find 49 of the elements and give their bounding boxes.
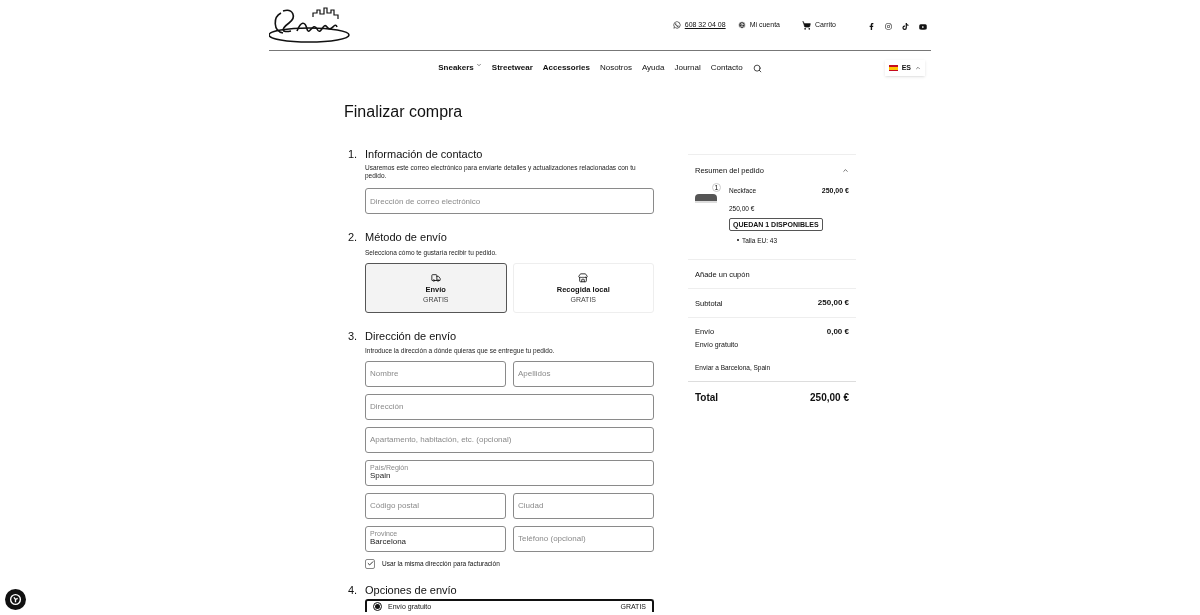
tiktok-icon[interactable] — [902, 23, 909, 30]
total-label: Total — [695, 390, 719, 405]
input-field[interactable]: Nombre — [365, 360, 506, 387]
nav-link[interactable]: Sneakers — [438, 62, 482, 74]
whatsapp-icon — [672, 21, 681, 29]
truck-icon — [430, 272, 441, 283]
section-title: Método de envío — [365, 232, 447, 243]
caret-icon — [475, 62, 482, 68]
nav-link[interactable]: Streetwear — [491, 62, 533, 74]
step-number: 1. — [348, 149, 359, 160]
search-icon[interactable] — [752, 63, 762, 73]
section-title: Información de contacto — [365, 149, 483, 160]
store-icon — [578, 272, 589, 283]
input-field[interactable]: Código postal — [365, 492, 506, 519]
cart-icon — [802, 20, 811, 30]
accessibility-icon — [9, 593, 22, 606]
chevron-up-icon — [915, 65, 921, 71]
accessibility-button[interactable] — [5, 589, 26, 610]
step-number: 2. — [348, 232, 359, 243]
input-field[interactable]: Dirección de correo electrónico — [365, 188, 654, 214]
shoe-photo-placeholder — [695, 194, 717, 204]
field-value: Barcelona — [370, 537, 408, 547]
spain-flag-icon — [888, 65, 898, 71]
instagram-icon[interactable] — [885, 23, 892, 30]
section-title: Dirección de envío — [365, 330, 457, 342]
total-value: 250,00 € — [810, 390, 849, 405]
page-title: Finalizar compra — [344, 104, 464, 120]
step-number: 3. — [348, 330, 359, 342]
nav-link[interactable]: Ayuda — [641, 62, 665, 74]
nav-link[interactable]: Accessories — [542, 62, 590, 74]
shipping-value: 0,00 € — [826, 326, 849, 339]
nav-link[interactable]: Journal — [674, 62, 701, 74]
field-value: Spain — [370, 471, 391, 481]
nav-link[interactable]: Contacto — [710, 62, 743, 74]
input-field[interactable]: Ciudad — [513, 492, 654, 519]
step-number: 4. — [348, 584, 359, 596]
subtotal-value: 250,00 € — [817, 297, 849, 310]
facebook-icon[interactable] — [868, 23, 875, 30]
input-field[interactable]: Dirección — [365, 393, 654, 420]
user-icon — [737, 21, 746, 29]
input-field[interactable]: Apartamento, habitación, etc. (opcional) — [365, 426, 654, 453]
logo-drawing[interactable] — [269, 5, 353, 45]
checkbox[interactable] — [365, 558, 375, 569]
nav-link[interactable]: Nosotros — [599, 62, 632, 74]
section-title: Opciones de envío — [365, 584, 457, 596]
input-field[interactable]: Apellidos — [513, 360, 654, 387]
input-field[interactable]: Teléfono (opcional) — [513, 525, 654, 552]
youtube-icon[interactable] — [919, 22, 927, 31]
chevron-up-icon[interactable] — [842, 167, 849, 175]
